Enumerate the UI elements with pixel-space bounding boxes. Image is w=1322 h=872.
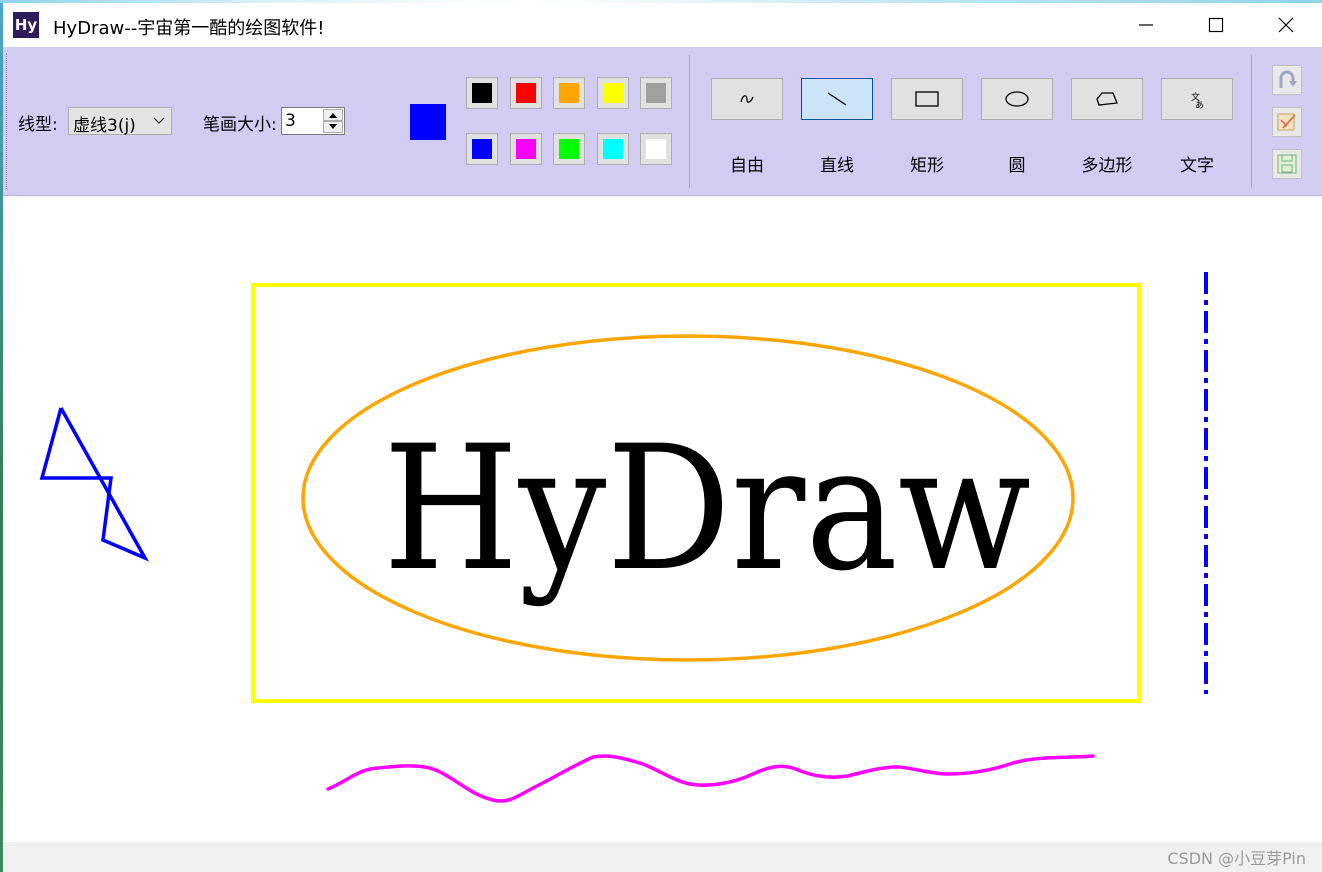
pen-size-increment-button[interactable]: [323, 109, 343, 121]
color-swatch-fill: [472, 83, 492, 103]
arrow-up-icon: [329, 113, 337, 118]
color-swatch[interactable]: [553, 133, 585, 165]
color-swatch[interactable]: [509, 77, 542, 109]
freehand-icon: [740, 95, 754, 103]
pen-size-decrement-button[interactable]: [323, 121, 343, 133]
line-type-label: 线型:: [18, 115, 58, 135]
maximize-button[interactable]: [1181, 3, 1251, 47]
app-icon-text: Hy: [14, 16, 38, 34]
drawing-surface[interactable]: HyDraw: [3, 196, 1322, 842]
pen-size-stepper[interactable]: 3: [281, 107, 345, 135]
color-swatch[interactable]: [553, 77, 585, 109]
tool-label: 多边形: [1081, 156, 1133, 176]
chevron-down-icon: [153, 117, 165, 124]
minimize-icon: [1139, 24, 1153, 26]
tool-label: 直线: [820, 156, 854, 176]
rectangle-icon: [915, 91, 939, 107]
current-color-indicator: [410, 104, 446, 140]
color-swatch-fill: [602, 83, 623, 103]
tool-label: 圆: [1008, 156, 1026, 176]
drawn-freehand-stroke: [326, 754, 1095, 803]
tool-button[interactable]: [891, 78, 963, 120]
drawn-text: HyDraw: [383, 408, 1031, 609]
clear-button[interactable]: [1272, 107, 1302, 137]
tool-button[interactable]: [1071, 78, 1143, 120]
tool-button[interactable]: [981, 78, 1053, 120]
save-button[interactable]: [1272, 149, 1302, 179]
color-swatch-fill: [602, 139, 623, 159]
drawing-canvas[interactable]: HyDraw: [3, 196, 1322, 842]
color-swatch[interactable]: [466, 77, 498, 109]
line-icon: [827, 92, 847, 106]
color-swatch[interactable]: [466, 133, 498, 165]
pen-size-label: 笔画大小:: [203, 115, 277, 135]
tool-button[interactable]: 文あ: [1161, 78, 1233, 120]
toolbar: 线型: 虚线3(j) 笔画大小: 3 自由 直线 矩形 圆 多边形 文あ文字: [3, 47, 1322, 196]
color-swatch[interactable]: [596, 133, 629, 165]
text-icon: 文あ: [1191, 91, 1204, 110]
app-icon: Hy: [13, 12, 39, 38]
line-type-value: 虚线3(j): [73, 116, 136, 136]
toolbar-separator: [1251, 55, 1252, 188]
color-swatch-fill: [559, 83, 579, 103]
color-swatch-fill: [515, 139, 536, 159]
color-swatch-fill: [646, 83, 666, 103]
close-icon: [1278, 17, 1294, 33]
tool-label: 自由: [730, 156, 764, 176]
tool-label: 文字: [1180, 156, 1214, 176]
maximize-icon: [1208, 17, 1224, 33]
color-swatch[interactable]: [640, 77, 672, 109]
svg-text:あ: あ: [1195, 100, 1204, 110]
tool-label: 矩形: [910, 156, 944, 176]
arrow-down-icon: [329, 124, 337, 129]
polygon-icon: [1096, 92, 1118, 106]
window-title: HyDraw--宇宙第一酷的绘图软件!: [53, 18, 325, 39]
tool-button[interactable]: [711, 78, 783, 120]
color-swatch[interactable]: [596, 77, 629, 109]
color-swatch-fill: [472, 139, 492, 159]
title-bar: Hy HyDraw--宇宙第一酷的绘图软件!: [3, 3, 1322, 47]
clear-icon: [1277, 113, 1296, 131]
color-swatch[interactable]: [640, 133, 672, 165]
status-bar: CSDN @小豆芽Pin: [3, 842, 1322, 872]
ellipse-icon: [1005, 91, 1029, 107]
watermark-text: CSDN @小豆芽Pin: [1167, 849, 1306, 868]
toolbar-grip[interactable]: [6, 53, 10, 189]
color-swatch-fill: [646, 139, 666, 159]
undo-button[interactable]: [1272, 65, 1302, 95]
save-icon: [1277, 154, 1297, 174]
drawn-polyline: [39, 407, 150, 562]
line-type-select[interactable]: 虚线3(j): [68, 107, 172, 136]
close-button[interactable]: [1251, 3, 1321, 47]
undo-icon: [1279, 70, 1297, 88]
color-swatch[interactable]: [509, 133, 542, 165]
tool-button[interactable]: [801, 78, 873, 120]
toolbar-separator: [689, 55, 690, 188]
color-swatch-fill: [515, 83, 536, 103]
minimize-button[interactable]: [1111, 3, 1181, 47]
color-swatch-fill: [559, 139, 579, 159]
pen-size-value: 3: [285, 111, 296, 131]
